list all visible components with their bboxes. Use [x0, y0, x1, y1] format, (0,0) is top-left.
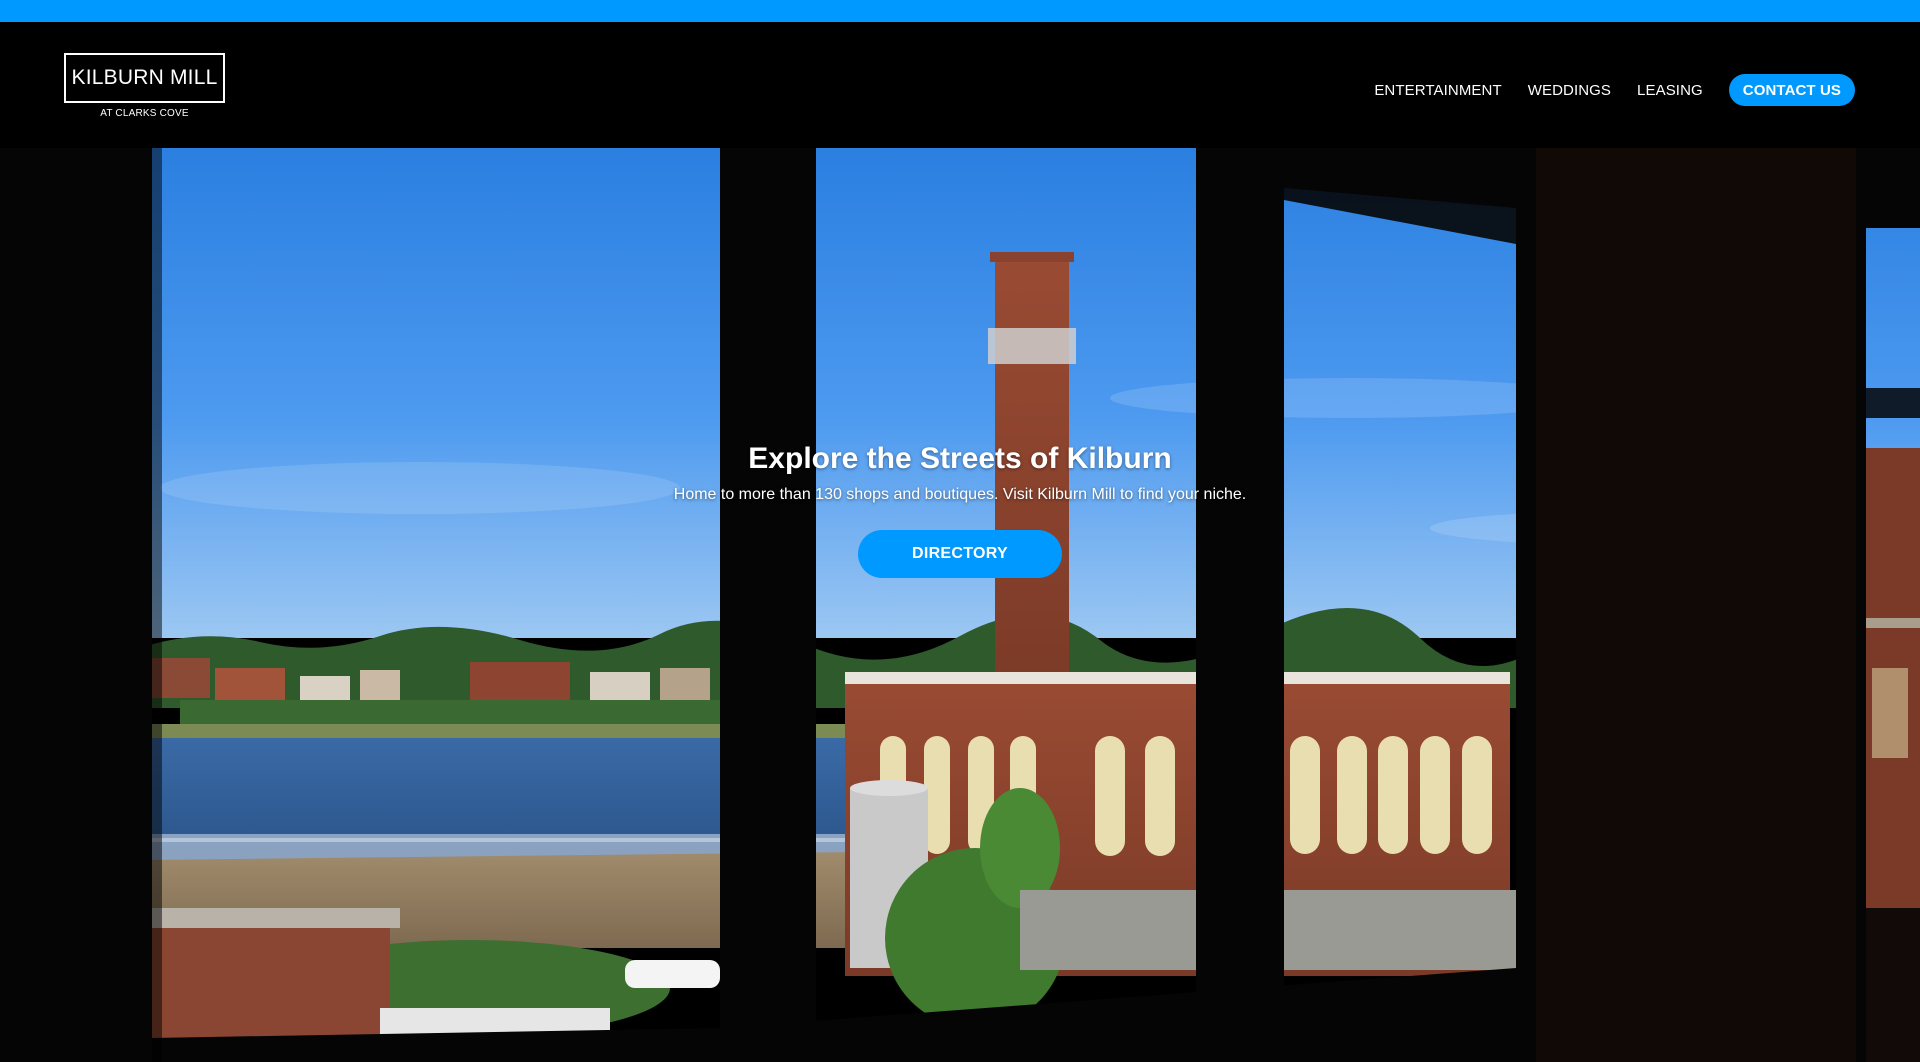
site-header: KILBURN MILL AT CLARKS COVE ENTERTAINMEN…	[0, 22, 1920, 148]
nav-item-weddings[interactable]: WEDDINGS	[1528, 82, 1611, 99]
directory-button[interactable]: DIRECTORY	[858, 530, 1062, 578]
hero-background-photo	[0, 148, 1920, 1062]
main-nav: ENTERTAINMENT WEDDINGS LEASING CONTACT U…	[1374, 74, 1855, 106]
hero-subtitle: Home to more than 130 shops and boutique…	[673, 486, 1247, 503]
logo-tagline: AT CLARKS COVE	[100, 108, 189, 119]
logo-wordmark: KILBURN MILL	[64, 53, 225, 103]
nav-item-leasing[interactable]: LEASING	[1637, 82, 1703, 99]
hero-content: Explore the Streets of Kilburn Home to m…	[0, 442, 1920, 578]
hero-section: Explore the Streets of Kilburn Home to m…	[0, 148, 1920, 1062]
hero-title: Explore the Streets of Kilburn	[748, 442, 1172, 475]
contact-us-button[interactable]: CONTACT US	[1728, 74, 1855, 106]
top-accent-bar	[0, 0, 1920, 22]
nav-item-entertainment[interactable]: ENTERTAINMENT	[1374, 82, 1501, 99]
site-logo[interactable]: KILBURN MILL AT CLARKS COVE	[64, 53, 225, 119]
